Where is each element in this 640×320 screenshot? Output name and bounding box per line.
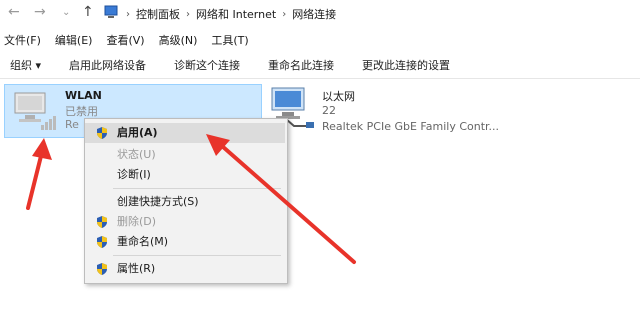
- adapter-network: 22: [322, 104, 336, 117]
- uac-shield-icon: [97, 263, 107, 275]
- breadcrumb-item[interactable]: 网络连接: [292, 6, 336, 22]
- uac-shield-icon: [97, 236, 107, 248]
- breadcrumb-item[interactable]: 网络和 Internet: [196, 6, 276, 22]
- menu-item-label: 属性(R): [117, 262, 156, 275]
- adapter-device: Realtek PCIe GbE Family Contr...: [322, 120, 500, 133]
- change-settings-button[interactable]: 更改此连接的设置: [348, 57, 464, 73]
- uac-shield-icon: [97, 127, 107, 139]
- breadcrumb-item[interactable]: 控制面板: [136, 6, 180, 22]
- adapter-name: 以太网: [322, 90, 355, 103]
- organize-button[interactable]: 组织 ▾: [0, 57, 55, 73]
- toolbar-divider: [0, 78, 640, 79]
- menu-item-label: 删除(D): [117, 215, 157, 228]
- enable-device-button[interactable]: 启用此网络设备: [55, 57, 160, 73]
- menu-bar: 文件(F) 编辑(E) 查看(V) 高级(N) 工具(T): [0, 32, 640, 50]
- recent-dropdown-icon[interactable]: ⌄: [62, 7, 70, 18]
- adapter-name: WLAN: [65, 89, 102, 102]
- wireless-adapter-icon: [14, 92, 56, 130]
- diagnose-button[interactable]: 诊断这个连接: [160, 57, 254, 73]
- address-bar: ← → ⌄ ↑ › 控制面板 › 网络和 Internet › 网络连接: [0, 0, 640, 28]
- menu-file[interactable]: 文件(F): [4, 32, 41, 50]
- menu-separator: [113, 188, 281, 189]
- menu-item-label: 创建快捷方式(S): [117, 195, 199, 208]
- chevron-right-icon[interactable]: ›: [282, 9, 286, 20]
- up-icon[interactable]: ↑: [82, 4, 94, 20]
- menu-item-rename[interactable]: 重命名(M): [85, 232, 285, 252]
- menu-item-label: 状态(U): [117, 148, 156, 161]
- menu-item-status: 状态(U): [85, 145, 285, 165]
- menu-item-label: 诊断(I): [117, 168, 151, 181]
- menu-item-properties[interactable]: 属性(R): [85, 259, 285, 279]
- forward-icon[interactable]: →: [34, 4, 46, 20]
- menu-item-create-shortcut[interactable]: 创建快捷方式(S): [85, 192, 285, 212]
- adapter-device: Re: [65, 118, 79, 131]
- rename-button[interactable]: 重命名此连接: [254, 57, 348, 73]
- chevron-right-icon[interactable]: ›: [186, 9, 190, 20]
- control-panel-icon: [104, 5, 118, 18]
- command-bar: 组织 ▾ 启用此网络设备 诊断这个连接 重命名此连接 更改此连接的设置: [0, 54, 640, 76]
- uac-shield-icon: [97, 216, 107, 228]
- back-icon[interactable]: ←: [8, 4, 20, 20]
- menu-view[interactable]: 查看(V): [106, 32, 144, 50]
- menu-tools[interactable]: 工具(T): [211, 32, 248, 50]
- menu-item-label: 重命名(M): [117, 235, 169, 248]
- menu-item-delete: 删除(D): [85, 212, 285, 232]
- menu-separator: [113, 255, 281, 256]
- breadcrumb: › 控制面板 › 网络和 Internet › 网络连接: [126, 6, 336, 22]
- menu-item-diagnose[interactable]: 诊断(I): [85, 165, 285, 185]
- annotation-arrow-left: [26, 138, 52, 210]
- context-menu: 启用(A) 状态(U) 诊断(I) 创建快捷方式(S) 删除(D) 重命名(M): [84, 118, 288, 284]
- menu-item-label: 启用(A): [117, 126, 158, 139]
- adapter-status: 已禁用: [65, 105, 98, 118]
- menu-advanced[interactable]: 高级(N): [159, 32, 198, 50]
- menu-edit[interactable]: 编辑(E): [55, 32, 93, 50]
- chevron-right-icon: ›: [126, 8, 130, 20]
- menu-item-enable[interactable]: 启用(A): [85, 123, 285, 143]
